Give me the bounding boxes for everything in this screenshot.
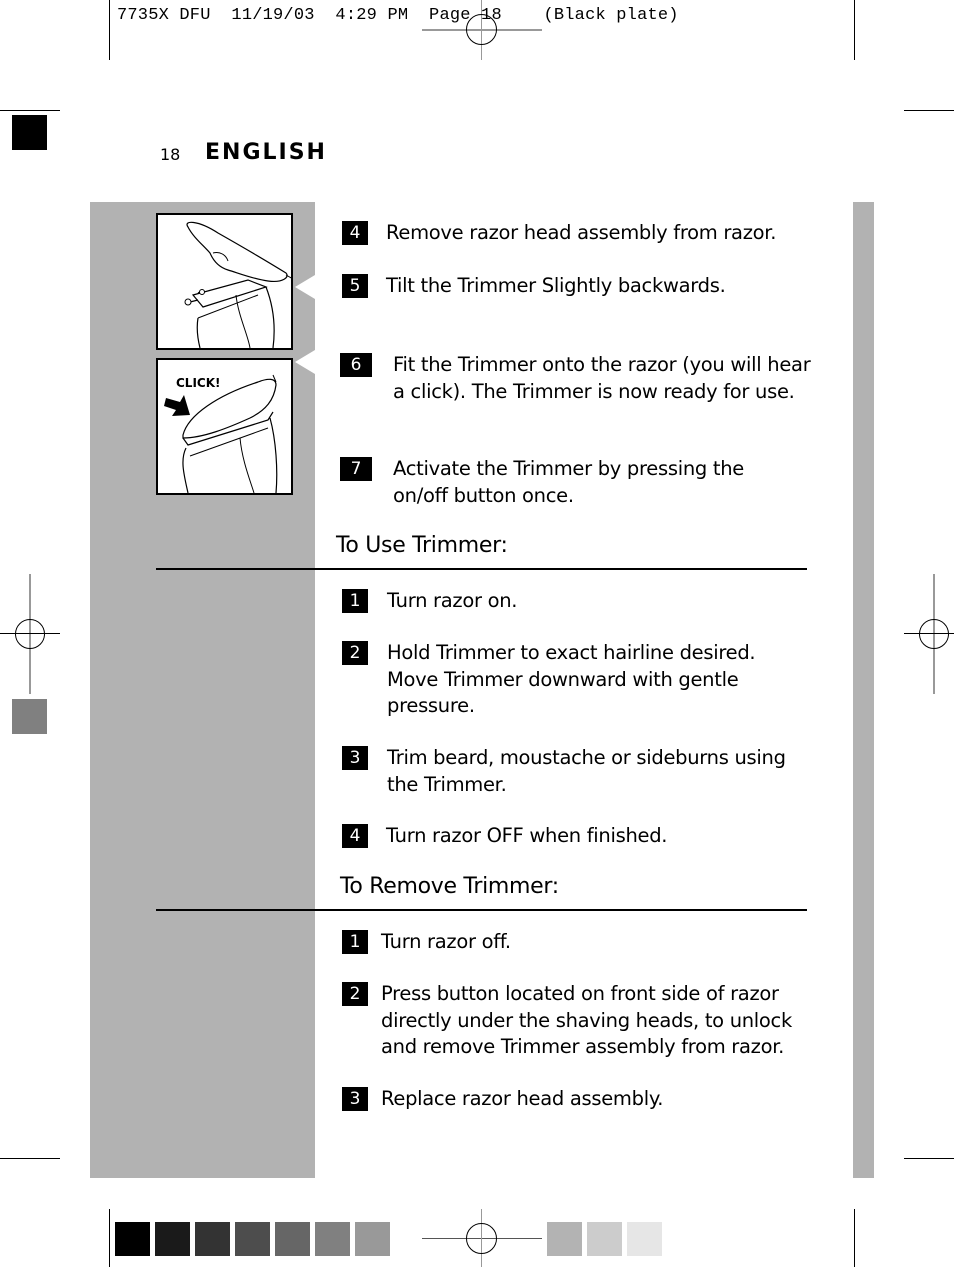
crop-mark <box>109 1209 110 1267</box>
step-number: 4 <box>342 221 368 245</box>
color-swatch <box>315 1222 350 1256</box>
trimmer-tilt-illustration <box>156 213 294 350</box>
step-number: 2 <box>342 982 368 1006</box>
crop-mark <box>904 1158 954 1159</box>
section-title-use: To Use Trimmer: <box>336 533 508 558</box>
registration-mark-bottom <box>422 1209 542 1267</box>
step-text: Turn razor off. <box>381 930 511 953</box>
step-text: Trim beard, moustache or sideburns using… <box>387 746 786 796</box>
registration-mark-top <box>422 0 542 60</box>
color-swatch <box>155 1222 190 1256</box>
razor-tilt-drawing <box>184 221 294 349</box>
step-number: 3 <box>342 746 368 770</box>
side-block-black <box>12 115 47 150</box>
step-number: 6 <box>340 353 372 377</box>
step-number: 1 <box>342 930 368 954</box>
step-text: Turn razor on. <box>387 589 518 612</box>
step-text: Press button located on front side of ra… <box>381 982 792 1058</box>
language-heading: ENGLISH <box>205 140 327 165</box>
color-swatch <box>275 1222 310 1256</box>
step-text: Fit the Trimmer onto the razor (you will… <box>393 353 811 403</box>
crop-mark <box>904 110 954 111</box>
crop-mark <box>854 0 855 60</box>
color-swatch <box>587 1222 622 1256</box>
crop-mark <box>0 110 60 111</box>
step-number: 3 <box>342 1087 368 1111</box>
registration-mark-right <box>904 574 954 694</box>
section-rule <box>156 568 807 570</box>
step-text: Replace razor head assembly. <box>381 1087 664 1110</box>
step-number: 7 <box>340 457 372 481</box>
color-swatch <box>235 1222 270 1256</box>
step-text: Tilt the Trimmer Slightly backwards. <box>386 274 726 297</box>
trimmer-click-illustration: CLICK! <box>156 358 293 495</box>
step-text: Hold Trimmer to exact hairline desired. … <box>387 641 756 717</box>
crop-mark <box>109 0 110 60</box>
step-number: 4 <box>342 824 368 848</box>
click-label: CLICK! <box>176 376 221 390</box>
step-number: 2 <box>342 641 368 665</box>
crop-mark <box>0 1158 60 1159</box>
step-text: Turn razor OFF when finished. <box>386 824 668 847</box>
illustration-pointer <box>295 275 315 299</box>
arrow-icon <box>164 395 190 416</box>
print-slug: 7735X DFU 11/19/03 4:29 PM Page 18 (Blac… <box>117 6 679 25</box>
crop-mark <box>854 1209 855 1267</box>
razor-click-drawing: CLICK! <box>164 374 278 494</box>
color-swatch <box>547 1222 582 1256</box>
illustration-pointer <box>295 350 315 374</box>
step-number: 5 <box>342 274 368 298</box>
page-number: 18 <box>160 145 181 164</box>
grey-right-strip <box>853 202 874 1178</box>
step-text: Activate the Trimmer by pressing the on/… <box>393 457 744 507</box>
color-swatch <box>627 1222 662 1256</box>
color-swatch <box>355 1222 390 1256</box>
registration-mark-left <box>0 574 60 694</box>
side-block-grey <box>12 699 47 734</box>
color-swatch <box>115 1222 150 1256</box>
step-text: Remove razor head assembly from razor. <box>386 221 777 244</box>
section-rule <box>156 909 807 911</box>
color-swatch <box>195 1222 230 1256</box>
section-title-remove: To Remove Trimmer: <box>340 874 559 899</box>
step-number: 1 <box>342 589 368 613</box>
